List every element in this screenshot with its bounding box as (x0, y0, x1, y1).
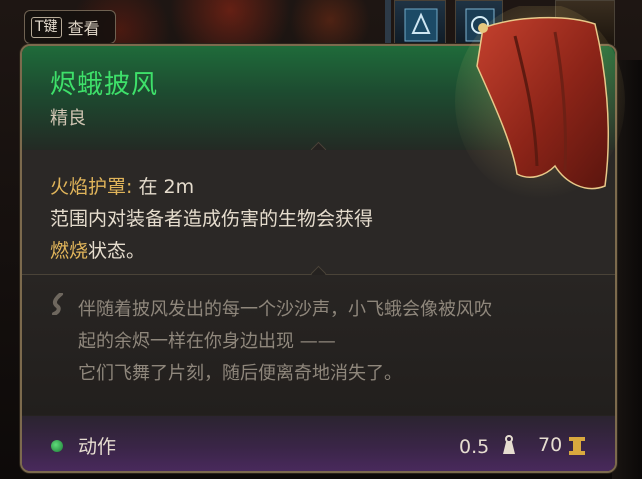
flavor-text: 伴随着披风发出的每一个沙沙声，小飞蛾会像被风吹 起的余烬一样在你身边出现 —— … (22, 275, 615, 415)
examine-hotkey-hint[interactable]: T键 查看 (24, 10, 116, 44)
item-name: 烬蛾披风 (50, 70, 159, 100)
flavor-line-1: 伴随着披风发出的每一个沙沙声，小飞蛾会像被风吹 (78, 299, 492, 320)
weight-value: 0.5 (459, 436, 490, 458)
hotbar-edge (385, 0, 391, 48)
status-burning[interactable]: 燃烧 (50, 240, 88, 262)
rune-icon (404, 8, 438, 42)
flavor-line-2: 起的余烬一样在你身边出现 —— (78, 331, 336, 352)
property-line-3-rest: 状态。 (88, 240, 146, 262)
weight-icon (503, 435, 515, 454)
property-range: 在 2m (132, 176, 195, 198)
property-name[interactable]: 火焰护罩: (50, 176, 132, 198)
hotkey-key: T键 (31, 16, 62, 38)
property-line-3: 燃烧状态。 (50, 236, 145, 263)
item-rarity: 精良 (50, 108, 86, 129)
cloak-image (455, 6, 625, 199)
action-dot-icon (51, 440, 63, 452)
hotkey-label: 查看 (67, 19, 100, 38)
property-line-2: 范围内对装备者造成伤害的生物会获得 (50, 208, 374, 230)
property-line-1: 火焰护罩: 在 2m (50, 172, 194, 199)
gold-coin-icon (569, 437, 585, 455)
quote-icon (52, 293, 63, 315)
flavor-line-3: 它们飞舞了片刻，随后便离奇地消失了。 (78, 363, 402, 384)
tooltip-footer: 动作 0.5 70 (22, 416, 615, 471)
hotbar-slot-1[interactable] (394, 0, 446, 48)
action-label: 动作 (78, 436, 117, 458)
price-value: 70 (538, 434, 563, 456)
